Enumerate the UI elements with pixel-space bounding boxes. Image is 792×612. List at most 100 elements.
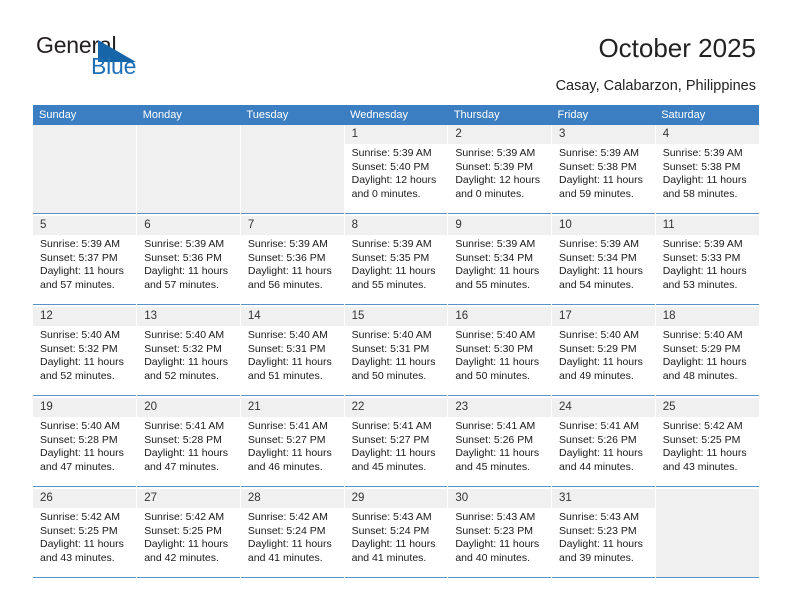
day-cell[interactable]: 6 Sunrise: 5:39 AM Sunset: 5:36 PM Daylight… xyxy=(137,216,240,305)
day-cell[interactable]: 12 Sunrise: 5:40 AM Sunset: 5:32 PM Dayligh… xyxy=(33,307,137,396)
day-details: Sunrise: 5:43 AM Sunset: 5:23 PM Daylight:… xyxy=(448,508,551,565)
daylight-text: Daylight: 11 hours and 50 minutes. xyxy=(351,356,436,382)
day-cell[interactable]: 10 Sunrise: 5:39 AM Sunset: 5:34 PM Dayligh… xyxy=(552,216,655,305)
day-cell[interactable]: 4 Sunrise: 5:39 AM Sunset: 5:38 PM Daylight… xyxy=(655,125,759,214)
daylight-text: Daylight: 12 hours and 0 minutes. xyxy=(351,174,437,200)
day-number: 25 xyxy=(655,398,759,417)
daylight-text: Daylight: 11 hours and 55 minutes. xyxy=(455,265,540,291)
day-details: Sunrise: 5:39 AM Sunset: 5:38 PM Daylight:… xyxy=(552,144,655,201)
sunrise-text: Sunrise: 5:43 AM xyxy=(455,511,536,523)
logo-text-blue: Blue xyxy=(91,53,137,79)
day-cell[interactable]: 18 Sunrise: 5:40 AM Sunset: 5:29 PM Dayligh… xyxy=(655,307,759,396)
day-cell[interactable]: 8 Sunrise: 5:39 AM Sunset: 5:35 PM Daylight… xyxy=(344,216,448,305)
calendar-week-row: 5 Sunrise: 5:39 AM Sunset: 5:37 PM Daylight… xyxy=(33,215,759,307)
daylight-text: Daylight: 11 hours and 53 minutes. xyxy=(662,265,747,291)
day-cell[interactable]: 14 Sunrise: 5:40 AM Sunset: 5:31 PM Dayligh… xyxy=(240,307,344,396)
sunrise-text: Sunrise: 5:40 AM xyxy=(559,329,639,341)
sunset-text: Sunset: 5:31 PM xyxy=(247,342,326,355)
weekday-header-row: Sunday Monday Tuesday Wednesday Thursday… xyxy=(33,105,759,125)
page-title: October 2025 xyxy=(598,33,756,63)
daylight-text: Daylight: 11 hours and 44 minutes. xyxy=(559,447,643,473)
day-cell[interactable]: 3 Sunrise: 5:39 AM Sunset: 5:38 PM Daylight… xyxy=(552,125,655,214)
day-details: Sunrise: 5:39 AM Sunset: 5:35 PM Daylight:… xyxy=(345,235,448,292)
calendar-cell-day: 19 Sunrise: 5:40 AM Sunset: 5:28 PM Dayligh… xyxy=(33,397,138,489)
day-cell[interactable]: 28 Sunrise: 5:42 AM Sunset: 5:24 PM Dayligh… xyxy=(240,489,344,578)
calendar-cell-empty xyxy=(136,125,241,216)
day-cell[interactable]: 25 Sunrise: 5:42 AM Sunset: 5:25 PM Dayligh… xyxy=(655,398,759,487)
sunset-text: Sunset: 5:25 PM xyxy=(40,524,118,537)
sunset-text: Sunset: 5:38 PM xyxy=(662,160,741,173)
sunrise-text: Sunrise: 5:40 AM xyxy=(247,329,328,341)
sunset-text: Sunset: 5:26 PM xyxy=(559,433,637,446)
weekday-header-wednesday: Wednesday xyxy=(344,105,448,125)
daylight-text: Daylight: 11 hours and 54 minutes. xyxy=(559,265,643,291)
sunset-text: Sunset: 5:29 PM xyxy=(662,342,741,355)
sunrise-text: Sunrise: 5:42 AM xyxy=(662,420,743,432)
day-number: 21 xyxy=(240,398,344,417)
sunset-text: Sunset: 5:37 PM xyxy=(40,251,118,264)
sunrise-text: Sunrise: 5:41 AM xyxy=(351,420,432,432)
sunrise-text: Sunrise: 5:40 AM xyxy=(144,329,225,341)
day-number: 13 xyxy=(137,307,240,326)
sunset-text: Sunset: 5:30 PM xyxy=(455,342,533,355)
calendar-cell-day: 29 Sunrise: 5:43 AM Sunset: 5:24 PM Dayligh… xyxy=(344,488,449,580)
day-number: 1 xyxy=(344,125,448,144)
sunset-text: Sunset: 5:31 PM xyxy=(351,342,430,355)
sunset-text: Sunset: 5:40 PM xyxy=(351,160,430,173)
day-details: Sunrise: 5:40 AM Sunset: 5:32 PM Daylight:… xyxy=(137,326,240,383)
day-cell[interactable]: 20 Sunrise: 5:41 AM Sunset: 5:28 PM Dayligh… xyxy=(137,398,240,487)
day-cell[interactable]: 30 Sunrise: 5:43 AM Sunset: 5:23 PM Dayligh… xyxy=(448,489,552,578)
day-details: Sunrise: 5:43 AM Sunset: 5:24 PM Daylight:… xyxy=(345,508,448,565)
day-number: 31 xyxy=(552,489,655,508)
calendar-week-row: 26 Sunrise: 5:42 AM Sunset: 5:25 PM Dayligh… xyxy=(33,488,759,580)
day-cell[interactable]: 9 Sunrise: 5:39 AM Sunset: 5:34 PM Daylight… xyxy=(448,216,552,305)
day-cell[interactable]: 26 Sunrise: 5:42 AM Sunset: 5:25 PM Dayligh… xyxy=(33,489,137,578)
sunrise-text: Sunrise: 5:41 AM xyxy=(247,420,328,432)
calendar-cell-day: 23 Sunrise: 5:41 AM Sunset: 5:26 PM Dayligh… xyxy=(447,397,553,489)
day-details: Sunrise: 5:39 AM Sunset: 5:40 PM Daylight:… xyxy=(345,144,448,201)
day-cell[interactable]: 16 Sunrise: 5:40 AM Sunset: 5:30 PM Dayligh… xyxy=(448,307,552,396)
day-cell[interactable]: 15 Sunrise: 5:40 AM Sunset: 5:31 PM Dayligh… xyxy=(344,307,448,396)
calendar-week-row: 12 Sunrise: 5:40 AM Sunset: 5:32 PM Dayligh… xyxy=(33,306,759,398)
sunrise-text: Sunrise: 5:39 AM xyxy=(455,147,536,159)
calendar-cell-day: 28 Sunrise: 5:42 AM Sunset: 5:24 PM Dayligh… xyxy=(240,488,345,580)
day-number: 9 xyxy=(448,216,552,235)
daylight-text: Daylight: 11 hours and 41 minutes. xyxy=(247,538,332,564)
sunrise-text: Sunrise: 5:41 AM xyxy=(144,420,225,432)
sunrise-text: Sunrise: 5:40 AM xyxy=(351,329,432,341)
day-cell[interactable]: 1 Sunrise: 5:39 AM Sunset: 5:40 PM Daylight… xyxy=(344,125,448,214)
day-cell[interactable]: 5 Sunrise: 5:39 AM Sunset: 5:37 PM Daylight… xyxy=(33,216,137,305)
calendar-cell-day: 21 Sunrise: 5:41 AM Sunset: 5:27 PM Dayligh… xyxy=(240,397,345,489)
calendar-cell-day: 1 Sunrise: 5:39 AM Sunset: 5:40 PM Daylight… xyxy=(344,125,449,216)
day-details: Sunrise: 5:40 AM Sunset: 5:31 PM Daylight:… xyxy=(241,326,344,383)
day-number: 19 xyxy=(33,398,137,417)
sunrise-text: Sunrise: 5:41 AM xyxy=(455,420,536,432)
day-cell[interactable]: 17 Sunrise: 5:40 AM Sunset: 5:29 PM Dayligh… xyxy=(552,307,655,396)
sunrise-text: Sunrise: 5:41 AM xyxy=(559,420,639,432)
day-cell[interactable]: 31 Sunrise: 5:43 AM Sunset: 5:23 PM Dayligh… xyxy=(552,489,655,578)
day-cell[interactable]: 13 Sunrise: 5:40 AM Sunset: 5:32 PM Dayligh… xyxy=(137,307,240,396)
day-cell[interactable]: 21 Sunrise: 5:41 AM Sunset: 5:27 PM Dayligh… xyxy=(240,398,344,487)
general-blue-logo[interactable]: General Blue xyxy=(36,33,216,83)
day-cell[interactable]: 7 Sunrise: 5:39 AM Sunset: 5:36 PM Daylight… xyxy=(240,216,344,305)
sunrise-text: Sunrise: 5:43 AM xyxy=(559,511,639,523)
day-cell[interactable]: 24 Sunrise: 5:41 AM Sunset: 5:26 PM Dayligh… xyxy=(552,398,655,487)
day-cell[interactable]: 22 Sunrise: 5:41 AM Sunset: 5:27 PM Dayligh… xyxy=(344,398,448,487)
calendar-body: 1 Sunrise: 5:39 AM Sunset: 5:40 PM Daylight… xyxy=(33,125,759,580)
sunset-text: Sunset: 5:24 PM xyxy=(247,524,326,537)
day-details: Sunrise: 5:39 AM Sunset: 5:34 PM Daylight:… xyxy=(552,235,655,292)
day-cell[interactable]: 27 Sunrise: 5:42 AM Sunset: 5:25 PM Dayligh… xyxy=(137,489,240,578)
empty-day-box xyxy=(33,125,137,214)
daylight-text: Daylight: 11 hours and 40 minutes. xyxy=(455,538,540,564)
day-cell[interactable]: 29 Sunrise: 5:43 AM Sunset: 5:24 PM Dayligh… xyxy=(344,489,448,578)
day-details: Sunrise: 5:40 AM Sunset: 5:28 PM Daylight:… xyxy=(33,417,136,474)
day-number: 6 xyxy=(137,216,240,235)
day-number: 22 xyxy=(344,398,448,417)
day-cell[interactable]: 2 Sunrise: 5:39 AM Sunset: 5:39 PM Daylight… xyxy=(448,125,552,214)
sunset-text: Sunset: 5:34 PM xyxy=(559,251,637,264)
day-cell[interactable]: 19 Sunrise: 5:40 AM Sunset: 5:28 PM Dayligh… xyxy=(33,398,137,487)
calendar-cell-day: 6 Sunrise: 5:39 AM Sunset: 5:36 PM Daylight… xyxy=(136,215,241,307)
day-cell[interactable]: 23 Sunrise: 5:41 AM Sunset: 5:26 PM Dayligh… xyxy=(448,398,552,487)
page-subtitle: Casay, Calabarzon, Philippines xyxy=(555,78,756,94)
day-cell[interactable]: 11 Sunrise: 5:39 AM Sunset: 5:33 PM Dayligh… xyxy=(655,216,759,305)
